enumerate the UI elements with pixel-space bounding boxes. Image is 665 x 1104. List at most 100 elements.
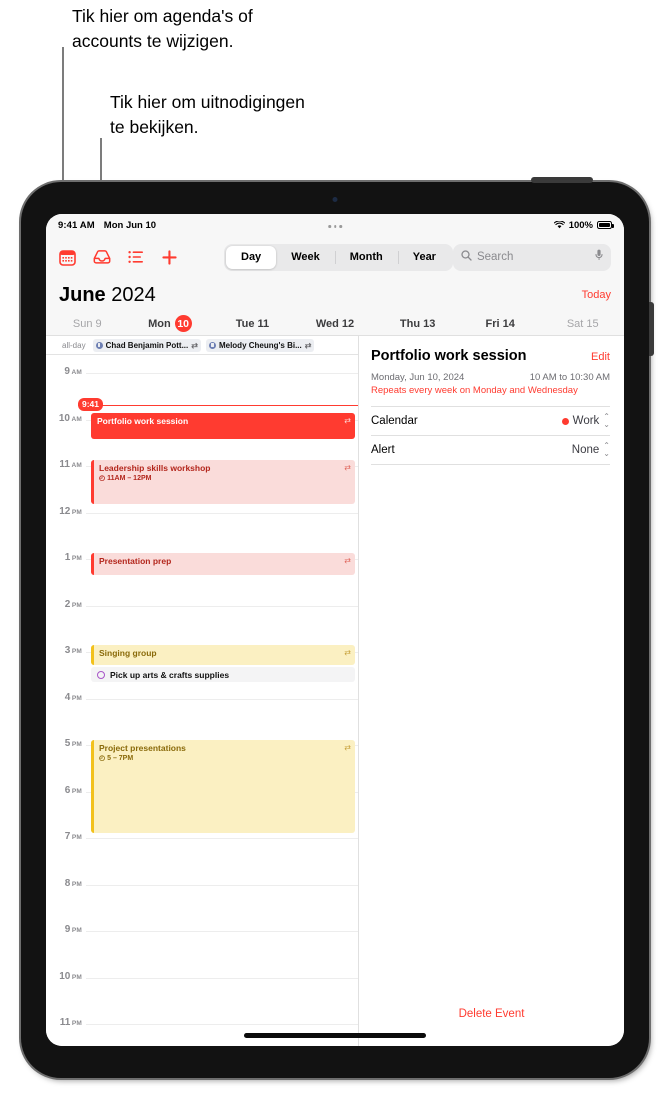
weekday-label: Sun 9 — [72, 317, 102, 330]
delete-event-button[interactable]: Delete Event — [359, 1008, 624, 1020]
calendar-event[interactable]: Project presentations ◴ 5 – 7PM ⇄ — [91, 740, 355, 833]
calendar-event[interactable]: Leadership skills workshop ◴ 11AM – 12PM ⇄ — [91, 460, 355, 504]
list-icon[interactable] — [128, 250, 144, 264]
hour-gridline — [86, 838, 358, 839]
inbox-icon[interactable] — [93, 249, 111, 265]
weekday-tue[interactable]: Tue 11 — [211, 318, 294, 330]
birthday-icon — [95, 341, 103, 349]
weekday-fri[interactable]: Fri 14 — [459, 318, 542, 330]
day-timeline-pane: all-day Chad Benjamin Pott... ⇄ Melody C… — [46, 336, 359, 1046]
event-body: Singing group — [91, 645, 355, 659]
month-header: June 2024 Today — [46, 278, 624, 312]
chevron-updown-icon: ⌃ ⌄ — [603, 412, 610, 429]
event-color-bar — [91, 460, 94, 504]
front-camera-icon — [332, 197, 338, 202]
hour-label: 9 PM — [64, 924, 82, 935]
chevron-updown-icon: ⌃ ⌄ — [603, 441, 610, 458]
weekday-mon[interactable]: Mon 10 — [129, 315, 212, 332]
event-title: Singing group — [99, 648, 157, 658]
event-title: Portfolio work session — [97, 416, 189, 426]
selected-day-badge: 10 — [174, 315, 192, 332]
calendar-event[interactable]: Presentation prep ⇄ — [91, 553, 355, 575]
page-title: June 2024 — [59, 284, 156, 307]
hour-label: 11 PM — [59, 1017, 82, 1028]
weekday-strip: Sun 9 Mon 10 Tue 11 Wed 12 Thu 13 Fri 14 … — [46, 312, 624, 336]
hour-label: 8 PM — [64, 877, 82, 889]
ipad-device-frame: 9:41 AM Mon Jun 10 100% Day Week Month Y… — [21, 177, 654, 1078]
event-color-bar — [91, 740, 94, 833]
hour-gridline — [86, 977, 358, 979]
row-calendar[interactable]: Calendar Work ⌃ ⌄ — [371, 407, 610, 436]
repeat-icon: ⇄ — [304, 340, 312, 350]
repeat-icon: ⇄ — [344, 648, 351, 657]
callout-text-invitations: Tik hier om uitnodigingen te bekijken. — [110, 92, 305, 137]
tab-year[interactable]: Year — [397, 246, 451, 269]
weekday-sat[interactable]: Sat 15 — [541, 318, 624, 330]
weekday-thu[interactable]: Thu 13 — [376, 318, 459, 330]
weekday-label: Fri 14 — [485, 317, 515, 330]
calendar-icon[interactable] — [59, 249, 76, 266]
weekday-label: Wed 12 — [315, 317, 355, 330]
add-icon[interactable] — [161, 249, 178, 266]
hour-gridline — [86, 1024, 358, 1025]
hour-gridline — [86, 605, 358, 607]
year-label: 2024 — [111, 283, 156, 306]
row-alert[interactable]: Alert None ⌃ ⌄ — [371, 436, 610, 465]
search-input[interactable]: Search — [452, 243, 611, 271]
edit-button[interactable]: Edit — [591, 351, 610, 363]
hour-label: 9 AM — [64, 366, 82, 377]
status-time: 9:41 AM — [58, 219, 95, 231]
calendar-event[interactable]: Singing group ⇄ — [91, 645, 355, 665]
all-day-chip[interactable]: Chad Benjamin Pott... ⇄ — [92, 338, 201, 352]
event-body: Project presentations ◴ 5 – 7PM — [91, 740, 355, 763]
weekday-sun[interactable]: Sun 9 — [46, 318, 129, 330]
event-title: Leadership skills workshop — [99, 463, 211, 473]
calendar-event[interactable]: Portfolio work session ⇄ — [91, 413, 355, 439]
event-body: Leadership skills workshop ◴ 11AM – 12PM — [91, 460, 355, 483]
reminder-checkbox-icon[interactable] — [97, 670, 105, 679]
weekday-label: Mon — [148, 317, 171, 330]
reminder-item[interactable]: Pick up arts & crafts supplies — [91, 667, 355, 682]
event-time: ◴ 5 – 7PM — [99, 755, 134, 762]
event-time: 10 AM to 10:30 AM — [529, 372, 610, 383]
event-color-bar — [91, 553, 94, 575]
hour-gridline — [86, 884, 358, 886]
repeat-icon: ⇄ — [344, 416, 351, 425]
tab-month[interactable]: Month — [334, 246, 398, 269]
hour-label: 10 PM — [59, 970, 82, 982]
microphone-icon[interactable] — [595, 248, 603, 266]
reminder-title: Pick up arts & crafts supplies — [110, 669, 230, 680]
weekday-wed[interactable]: Wed 12 — [294, 318, 377, 330]
hour-label: 2 PM — [64, 598, 82, 610]
all-day-chip[interactable]: Melody Cheung's Bi... ⇄ — [205, 338, 315, 352]
row-value: Work — [572, 415, 600, 427]
ipad-screen: 9:41 AM Mon Jun 10 100% Day Week Month Y… — [46, 214, 624, 1046]
hour-label: 6 PM — [64, 784, 82, 796]
view-mode-segmented-control[interactable]: Day Week Month Year — [224, 243, 453, 271]
event-color-bar — [91, 645, 94, 665]
today-button[interactable]: Today — [582, 289, 611, 301]
hour-label: 12 PM — [59, 505, 82, 517]
event-title: Portfolio work session — [371, 348, 527, 364]
current-time-line — [78, 404, 358, 406]
event-time: ◴ 11AM – 12PM — [99, 475, 152, 482]
repeat-icon: ⇄ — [191, 340, 198, 350]
search-icon — [461, 248, 472, 266]
multitasking-dots-icon[interactable] — [328, 225, 342, 228]
tab-week[interactable]: Week — [276, 246, 335, 269]
hour-gridline — [86, 512, 358, 514]
home-indicator[interactable] — [244, 1033, 426, 1038]
clock-icon: ◴ — [99, 755, 106, 762]
tab-day[interactable]: Day — [226, 245, 277, 269]
event-inspector-pane: Portfolio work session Edit Monday, Jun … — [359, 336, 624, 1046]
all-day-chip-title: Chad Benjamin Pott... — [105, 340, 189, 350]
wifi-icon — [553, 221, 565, 229]
row-label: Alert — [371, 444, 395, 456]
event-date: Monday, Jun 10, 2024 — [371, 372, 465, 383]
weekday-label: Sat 15 — [566, 317, 599, 330]
current-time-badge: 9:41 — [78, 398, 104, 411]
timeline-grid[interactable]: 9 AM 10 AM 11 AM 12 PM 1 PM 2 PM 3 PM 4 PM 5 PM 6 PM 7 PM 8 PM 9… — [46, 355, 358, 1046]
event-title: Presentation prep — [99, 556, 172, 566]
month-label: June — [59, 283, 106, 306]
app-toolbar: Day Week Month Year Search — [46, 236, 624, 278]
